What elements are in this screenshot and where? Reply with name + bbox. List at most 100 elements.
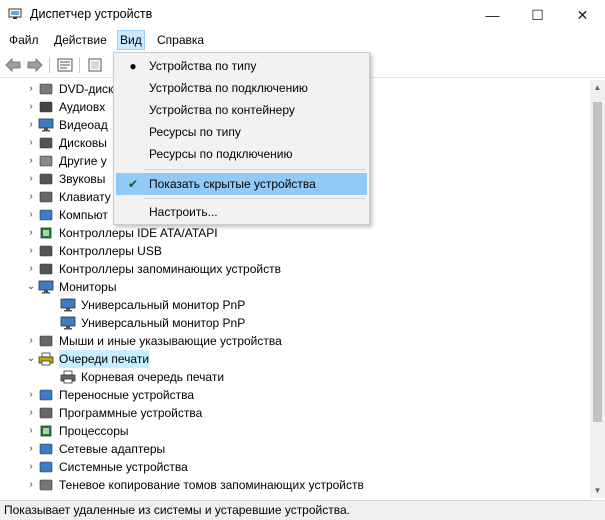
expand-chevron-icon[interactable]: › [26, 458, 36, 476]
toolbar-separator [79, 57, 80, 73]
tree-row-label: Очереди печати [59, 350, 150, 368]
tree-row-label: Корневая очередь печати [81, 370, 225, 384]
status-bar: Показывает удаленные из системы и устаре… [0, 500, 605, 520]
keyboard-icon [38, 190, 54, 204]
expand-chevron-icon[interactable]: › [26, 440, 36, 458]
tree-row-label: Контроллеры IDE ATA/ATAPI [59, 226, 218, 240]
tree-row[interactable]: › Контроллеры IDE ATA/ATAPI [0, 224, 590, 242]
tree-row[interactable]: ⌄ Мониторы [0, 278, 590, 296]
menu-file[interactable]: Файл [6, 30, 42, 50]
network-icon [38, 442, 54, 456]
sound-icon [38, 172, 54, 186]
tree-row-label: Теневое копирование томов запоминающих у… [59, 478, 364, 492]
properties-icon[interactable] [56, 56, 74, 74]
tree-row-label: Дисковы [59, 136, 107, 150]
tree-row[interactable]: Корневая очередь печати [0, 368, 590, 386]
scroll-up-icon[interactable]: ▲ [590, 80, 605, 95]
tree-row[interactable]: › Системные устройства [0, 458, 590, 476]
expand-chevron-icon[interactable]: › [26, 386, 36, 404]
tree-row-label: Видеоад [59, 118, 108, 132]
tree-row[interactable]: › Программные устройства [0, 404, 590, 422]
menu-help[interactable]: Справка [154, 30, 207, 50]
expand-chevron-icon[interactable]: › [26, 332, 36, 350]
tree-row-label: Аудиовх [59, 100, 106, 114]
expand-chevron-icon[interactable]: › [26, 404, 36, 422]
tree-row[interactable]: › Процессоры [0, 422, 590, 440]
volume-shadow-icon [38, 478, 54, 492]
collapse-chevron-icon[interactable]: ⌄ [26, 350, 36, 368]
view-menu-item-by-type[interactable]: ● Устройства по типу [116, 55, 367, 77]
expand-chevron-icon[interactable]: › [26, 152, 36, 170]
tree-row[interactable]: › Контроллеры USB [0, 242, 590, 260]
menu-separator [144, 169, 366, 170]
mouse-icon [38, 334, 54, 348]
forward-arrow-icon[interactable] [26, 56, 44, 74]
tree-row-label: Контроллеры запоминающих устройств [59, 262, 281, 276]
expand-chevron-icon[interactable]: › [26, 422, 36, 440]
view-menu-item-by-container[interactable]: Устройства по контейнеру [116, 99, 367, 121]
tree-row-label: Переносные устройства [59, 388, 195, 402]
monitor-icon [38, 280, 54, 294]
tree-row-label: Сетевые адаптеры [59, 442, 166, 456]
display-adapter-icon [38, 118, 54, 132]
expand-chevron-icon[interactable]: › [26, 476, 36, 494]
expand-chevron-icon[interactable]: › [26, 242, 36, 260]
dvd-icon [38, 82, 54, 96]
close-button[interactable]: ✕ [560, 0, 605, 30]
view-menu-item-customize[interactable]: Настроить... [116, 201, 367, 223]
scrollbar-thumb[interactable] [593, 102, 602, 422]
list-view-icon[interactable] [86, 56, 104, 74]
expand-chevron-icon[interactable]: › [26, 134, 36, 152]
view-menu-item-show-hidden[interactable]: ✔ Показать скрытые устройства [116, 173, 367, 195]
tree-row[interactable]: ⌄ Очереди печати [0, 350, 590, 368]
tree-row-label: Системные устройства [59, 460, 188, 474]
tree-row-label: Компьют [59, 208, 108, 222]
storage-controller-icon [38, 262, 54, 276]
menu-item-label: Показать скрытые устройства [149, 177, 316, 191]
scroll-down-icon[interactable]: ▼ [590, 483, 605, 498]
tree-row[interactable]: › Сетевые адаптеры [0, 440, 590, 458]
menu-action[interactable]: Действие [51, 30, 110, 50]
tree-row[interactable]: Универсальный монитор PnP [0, 314, 590, 332]
view-menu-item-resources-by-connection[interactable]: Ресурсы по подключению [116, 143, 367, 165]
tree-row-label: Мыши и иные указывающие устройства [59, 334, 282, 348]
window-title: Диспетчер устройств [30, 7, 153, 21]
expand-chevron-icon[interactable]: › [26, 260, 36, 278]
tree-row-label: Программные устройства [59, 406, 203, 420]
back-arrow-icon[interactable] [4, 56, 22, 74]
menu-item-label: Ресурсы по типу [149, 125, 241, 139]
tree-row[interactable]: › Переносные устройства [0, 386, 590, 404]
tree-row-label: Универсальный монитор PnP [81, 298, 246, 312]
expand-chevron-icon[interactable]: › [26, 116, 36, 134]
expand-chevron-icon[interactable]: › [26, 80, 36, 98]
tree-row-label: Другие у [59, 154, 107, 168]
expand-chevron-icon[interactable]: › [26, 98, 36, 116]
vertical-scrollbar[interactable]: ▲ ▼ [590, 80, 605, 498]
monitor-icon [60, 316, 76, 330]
menu-item-label: Ресурсы по подключению [149, 147, 293, 161]
expand-chevron-icon[interactable]: › [26, 188, 36, 206]
tree-row[interactable]: › Теневое копирование томов запоминающих … [0, 476, 590, 494]
tree-row[interactable]: › Контроллеры запоминающих устройств [0, 260, 590, 278]
tree-row-label: Универсальный монитор PnP [81, 316, 246, 330]
printer-icon [38, 352, 54, 366]
view-menu-item-by-connection[interactable]: Устройства по подключению [116, 77, 367, 99]
tree-row[interactable]: › Мыши и иные указывающие устройства [0, 332, 590, 350]
toolbar-separator [49, 57, 50, 73]
printer-icon [60, 370, 76, 384]
checkmark-icon: ✔ [127, 177, 139, 191]
menu-view[interactable]: Вид [117, 30, 145, 50]
view-menu-item-resources-by-type[interactable]: Ресурсы по типу [116, 121, 367, 143]
menu-item-label: Устройства по контейнеру [149, 103, 295, 117]
expand-chevron-icon[interactable]: › [26, 224, 36, 242]
tree-row[interactable]: Универсальный монитор PnP [0, 296, 590, 314]
system-device-icon [38, 460, 54, 474]
collapse-chevron-icon[interactable]: ⌄ [26, 278, 36, 296]
menu-separator [144, 198, 366, 199]
maximize-button[interactable]: ☐ [515, 0, 560, 30]
portable-device-icon [38, 388, 54, 402]
view-menu-dropdown: ● Устройства по типу Устройства по подкл… [113, 52, 370, 225]
expand-chevron-icon[interactable]: › [26, 206, 36, 224]
minimize-button[interactable]: — [470, 0, 515, 30]
expand-chevron-icon[interactable]: › [26, 170, 36, 188]
